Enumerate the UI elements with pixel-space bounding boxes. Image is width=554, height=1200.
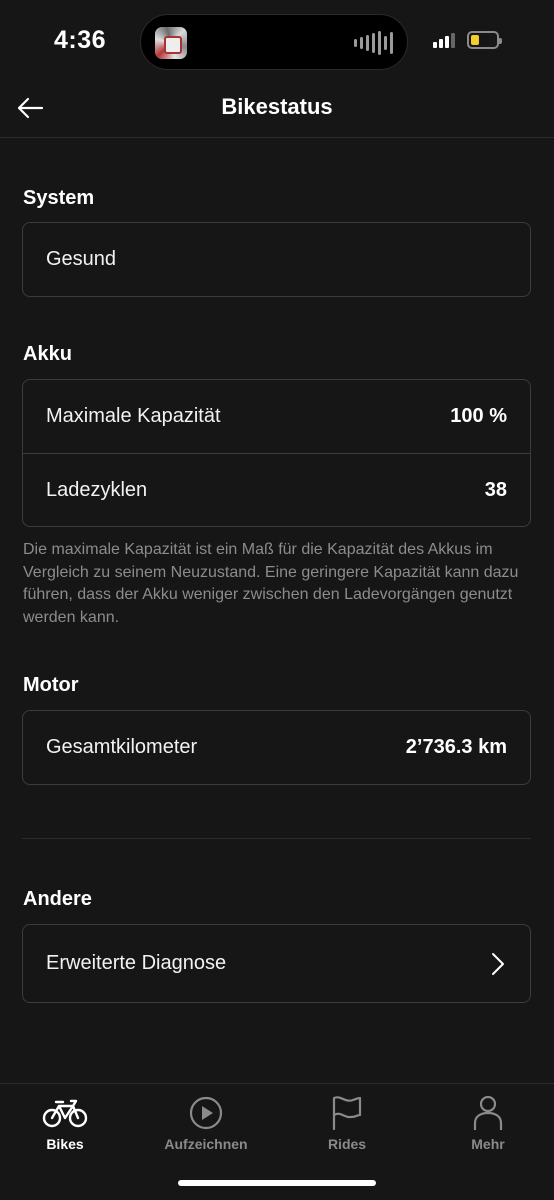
tab-mehr[interactable]: Mehr [428,1094,548,1158]
total-km-label: Gesamtkilometer [46,736,198,758]
section-title-motor: Motor [23,674,79,696]
tab-mehr-label: Mehr [471,1136,505,1152]
tab-bikes[interactable]: Bikes [5,1094,125,1158]
charge-cycles-label: Ladezyklen [46,478,148,501]
capacity-footnote: Die maximale Kapazität ist ein Maß für d… [23,541,519,626]
section-title-system: System [23,187,95,209]
tab-rides[interactable]: Rides [287,1094,407,1158]
charge-cycles-row: Ladezyklen 38 [23,453,530,526]
waveform-icon [354,31,393,55]
system-card: Gesund [22,222,531,297]
charge-cycles-value: 38 [484,478,507,501]
dynamic-island[interactable] [140,14,408,70]
akku-card: Maximale Kapazität 100 % Ladezyklen 38 [22,379,531,527]
total-km-row: Gesamtkilometer 2’736.3 km [23,711,530,784]
bike-icon [5,1094,125,1132]
section-divider [22,838,531,839]
navigation-bar: Bikestatus [0,84,554,138]
total-km-value: 2’736.3 km [405,736,507,758]
tab-aufzeichnen-label: Aufzeichnen [164,1136,248,1152]
battery-icon [467,31,502,49]
chevron-right-icon [489,951,507,977]
page-title: Bikestatus [221,94,333,119]
home-indicator[interactable] [178,1180,376,1186]
section-title-akku: Akku [23,343,72,365]
section-title-andere: Andere [23,888,92,910]
now-playing-artwork [155,27,187,59]
system-status-row: Gesund [23,223,530,296]
status-bar: 4:36 [0,0,554,84]
cellular-signal-icon [433,32,455,48]
person-icon [428,1094,548,1132]
max-capacity-value: 100 % [450,405,507,427]
tab-bikes-label: Bikes [46,1136,84,1152]
status-time: 4:36 [54,26,107,54]
advanced-diagnosis-label: Erweiterte Diagnose [46,952,227,974]
advanced-diagnosis-row[interactable]: Erweiterte Diagnose [23,925,530,1002]
tab-aufzeichnen[interactable]: Aufzeichnen [146,1094,266,1158]
play-circle-icon [146,1094,266,1132]
max-capacity-row: Maximale Kapazität 100 % [23,380,530,453]
motor-card: Gesamtkilometer 2’736.3 km [22,710,531,785]
bikestatus-screen: 4:36 Bikestatus System Gesund Akku Maxim… [0,0,554,1200]
max-capacity-label: Maximale Kapazität [46,405,221,427]
tab-rides-label: Rides [327,1136,367,1152]
system-status-value: Gesund [46,248,117,270]
andere-card: Erweiterte Diagnose [22,924,531,1003]
flag-icon [287,1094,407,1132]
